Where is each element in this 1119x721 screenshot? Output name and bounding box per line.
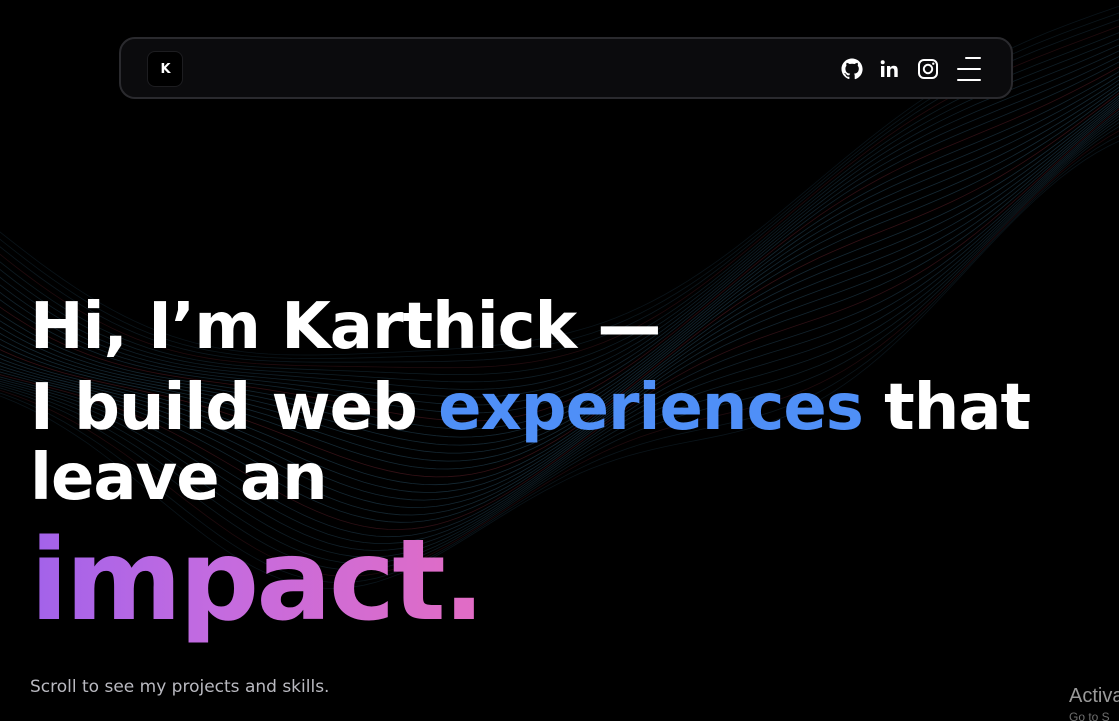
linkedin-icon[interactable] <box>877 56 903 82</box>
logo-button[interactable]: K <box>147 51 183 87</box>
instagram-icon[interactable] <box>915 56 941 82</box>
tagline-accent: experiences <box>438 371 864 445</box>
menu-icon[interactable] <box>957 55 985 83</box>
tagline-start: I build web <box>30 371 439 445</box>
logo-text: K <box>160 61 170 77</box>
scroll-hint: Scroll to see my projects and skills. <box>30 677 330 697</box>
hero-impact-word: impact. <box>30 511 485 651</box>
github-icon[interactable] <box>839 56 865 82</box>
activate-windows-subtitle: Go to S <box>1069 710 1110 721</box>
hero-tagline: I build web experiences that leave an <box>30 373 1080 513</box>
portfolio-page: K Hi, I’m Karthick — I build web experie… <box>0 0 1119 721</box>
social-links <box>827 55 985 83</box>
hero-greeting: Hi, I’m Karthick — <box>30 290 661 364</box>
top-navbar: K <box>119 37 1013 99</box>
activate-windows-title: Activa <box>1069 685 1119 707</box>
